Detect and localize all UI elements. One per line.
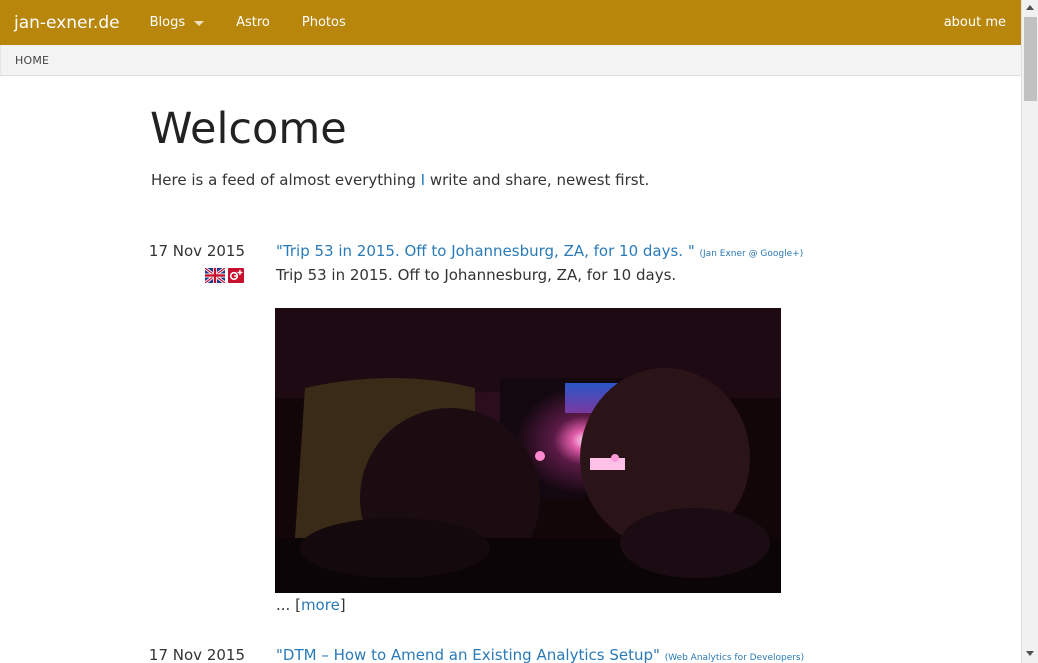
intro-text-start: Here is a feed of almost everything [151, 171, 421, 189]
entry-text: Trip 53 in 2015. Off to Johannesburg, ZA… [276, 266, 677, 284]
scroll-down-arrow-icon[interactable] [1026, 651, 1034, 656]
scrollbar-thumb[interactable] [1024, 17, 1037, 101]
nav-item-astro[interactable]: Astro [220, 15, 286, 30]
google-plus-icon[interactable] [228, 268, 244, 283]
chevron-down-icon [194, 20, 205, 26]
nav-item-about-me[interactable]: about me [928, 15, 1021, 30]
nav-item-blogs[interactable]: Blogs [134, 15, 221, 30]
entry-source-link[interactable]: (Web Analytics for Developers) [665, 653, 804, 663]
entry-date: 17 Nov 2015 [148, 242, 245, 260]
entry-title-link[interactable]: "Trip 53 in 2015. Off to Johannesburg, Z… [276, 242, 803, 260]
site-brand-link[interactable]: jan-exner.de [14, 13, 120, 33]
page-title: Welcome [150, 104, 347, 154]
nav-item-label: Blogs [149, 15, 186, 30]
more-link[interactable]: more [301, 596, 340, 614]
more-prefix: ... [ [276, 596, 301, 614]
entry-title-text: "Trip 53 in 2015. Off to Johannesburg, Z… [276, 242, 695, 260]
scroll-up-arrow-icon[interactable] [1026, 5, 1034, 10]
nav-item-photos[interactable]: Photos [286, 15, 362, 30]
nav-item-label: Astro [236, 15, 270, 30]
read-more: ... [more] [276, 596, 346, 614]
more-suffix: ] [339, 596, 346, 614]
entry-title-text: "DTM – How to Amend an Existing Analytic… [276, 646, 660, 663]
entry-date: 17 Nov 2015 [148, 646, 245, 663]
uk-flag-icon [205, 268, 225, 283]
vertical-scrollbar[interactable] [1021, 0, 1038, 663]
intro-text-end: write and share, newest first. [425, 171, 650, 189]
top-navbar: jan-exner.de Blogs Astro Photos about me [0, 0, 1021, 45]
breadcrumb: HOME [0, 45, 1021, 76]
entry-source-link[interactable]: (Jan Exner @ Google+) [700, 249, 804, 259]
nav-item-label: Photos [301, 15, 346, 30]
entry-title-link[interactable]: "DTM – How to Amend an Existing Analytic… [276, 646, 804, 663]
breadcrumb-home-link[interactable]: HOME [15, 54, 49, 67]
intro-text: Here is a feed of almost everything I wr… [151, 171, 649, 189]
entry-icons [205, 268, 244, 283]
entry-photo[interactable] [275, 308, 781, 593]
